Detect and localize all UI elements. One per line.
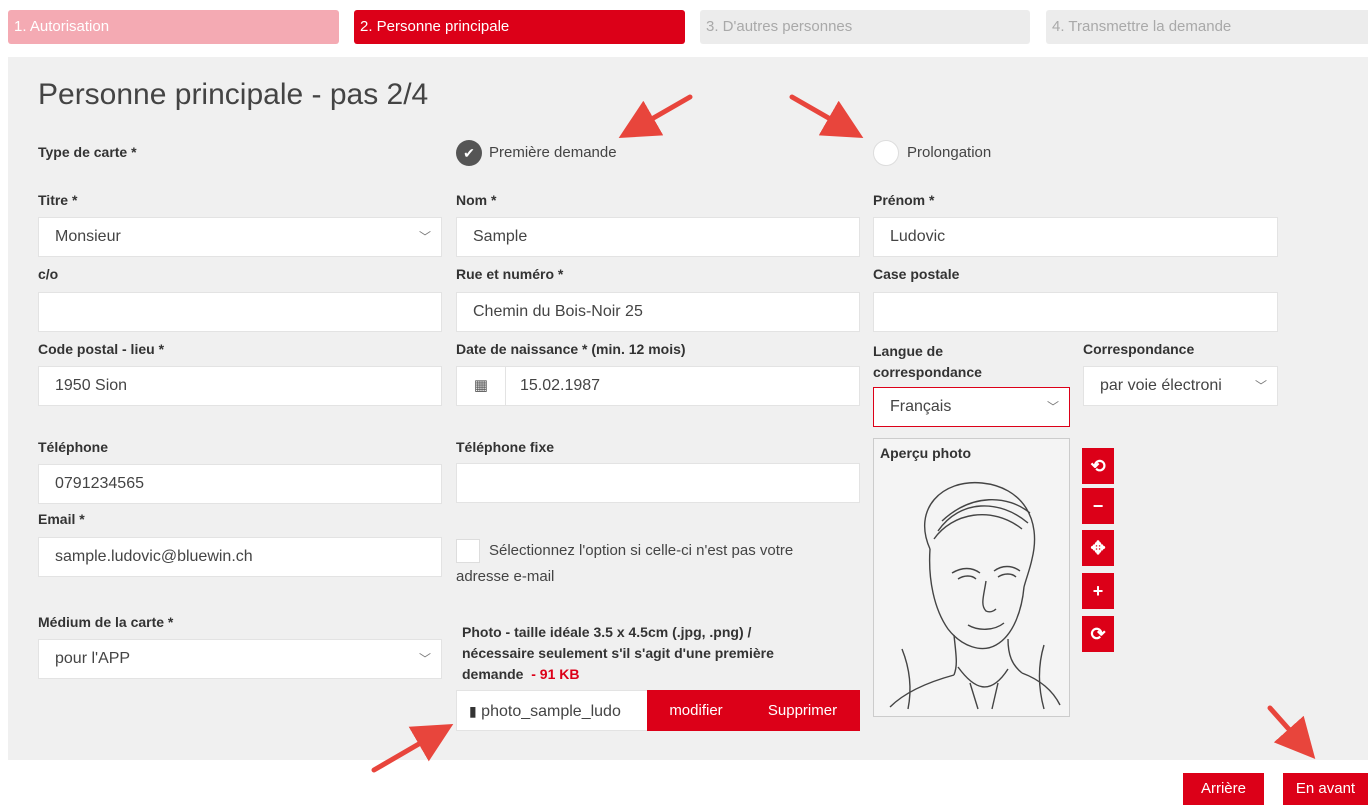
progress-steps: 1. Autorisation 2. Personne principale 3… [8,10,1368,44]
photo-filename-field: ▮ photo_sample_ludo [456,690,648,731]
back-button[interactable]: Arrière [1183,773,1264,805]
telephone-label: Téléphone [38,439,109,455]
prenom-input[interactable]: Ludovic [873,217,1278,257]
email-option-label-line2: adresse e-mail [456,568,555,585]
medium-value: pour l'APP [55,650,131,667]
medium-select[interactable]: pour l'APP ﹀ [38,639,442,679]
first-request-radio[interactable]: ✔ [456,140,482,166]
email-label: Email * [38,511,85,527]
langue-label: Langue de correspondance [873,341,982,383]
correspondance-label: Correspondance [1083,341,1195,357]
code-postal-input[interactable]: 1950 Sion [38,366,442,406]
chevron-down-icon: ﹀ [1046,400,1059,414]
rotate-right-icon[interactable]: ⟳ [1082,616,1114,652]
delete-photo-button[interactable]: Supprimer [745,690,860,731]
email-option-label-line1: Sélectionnez l'option si celle-ci n'est … [489,542,794,559]
rue-input[interactable]: Chemin du Bois-Noir 25 [456,292,860,332]
photo-label-line1: Photo - taille idéale 3.5 x 4.5cm (.jpg,… [462,624,752,640]
first-request-label: Première demande [489,144,617,161]
case-postale-label: Case postale [873,266,960,282]
co-label: c/o [38,266,59,282]
correspondance-select[interactable]: par voie électroni ﹀ [1083,366,1278,406]
co-input[interactable] [38,292,442,332]
code-postal-label: Code postal - lieu * [38,341,165,357]
modify-photo-button[interactable]: modifier [647,690,745,731]
step-label: 3. D'autres personnes [706,18,853,35]
chevron-down-icon: ﹀ [1254,379,1267,393]
email-option-checkbox[interactable] [456,539,480,563]
step-label: 1. Autorisation [14,18,110,35]
photo-actions: modifier Supprimer [647,690,860,731]
prolongation-label: Prolongation [907,144,992,161]
zoom-in-icon[interactable]: + [1082,573,1114,609]
calendar-icon[interactable]: ▦ [457,367,506,405]
medium-label: Médium de la carte * [38,614,174,630]
correspondance-value: par voie électroni [1100,377,1222,394]
telephone-input[interactable]: 0791234565 [38,464,442,504]
step-autres-personnes[interactable]: 3. D'autres personnes [700,10,1030,44]
langue-value: Français [890,398,952,415]
prolongation-radio[interactable] [873,140,899,166]
email-input[interactable]: sample.ludovic@bluewin.ch [38,537,442,577]
file-icon: ▮ [469,703,477,719]
next-button[interactable]: En avant [1283,773,1368,805]
case-postale-input[interactable] [873,292,1278,332]
telephone-fixe-input[interactable] [456,463,860,503]
zoom-out-icon[interactable]: − [1082,488,1114,524]
photo-size: - 91 KB [531,666,580,682]
nom-input[interactable]: Sample [456,217,860,257]
date-naissance-value: 15.02.1987 [520,377,601,394]
card-type-label: Type de carte * [38,144,137,160]
telephone-fixe-label: Téléphone fixe [456,439,555,455]
langue-label-line2: correspondance [873,364,982,380]
titre-value: Monsieur [55,228,121,245]
rotate-left-icon[interactable]: ⟲ [1082,448,1114,484]
rue-label: Rue et numéro * [456,266,564,282]
nom-label: Nom * [456,192,497,208]
step-label: 4. Transmettre la demande [1052,18,1232,35]
photo-label-line2: nécessaire seulement s'il s'agit d'une p… [462,645,774,661]
date-naissance-input[interactable]: ▦ 15.02.1987 [456,366,860,406]
portrait-image [889,481,1061,710]
titre-select[interactable]: Monsieur ﹀ [38,217,442,257]
step-label: 2. Personne principale [360,18,510,35]
photo-preview-label: Aperçu photo [880,445,971,461]
move-icon[interactable]: ✥ [1082,530,1114,566]
step-personne-principale[interactable]: 2. Personne principale [354,10,685,44]
chevron-down-icon: ﹀ [418,652,431,666]
step-autorisation[interactable]: 1. Autorisation [8,10,339,44]
prenom-label: Prénom * [873,192,935,208]
langue-label-line1: Langue de [873,343,944,359]
photo-preview: Aperçu photo [873,438,1070,717]
langue-select[interactable]: Français ﹀ [873,387,1070,427]
date-naissance-label: Date de naissance * (min. 12 mois) [456,341,686,357]
chevron-down-icon: ﹀ [418,230,431,244]
photo-label: Photo - taille idéale 3.5 x 4.5cm (.jpg,… [462,622,774,685]
photo-label-line3: demande [462,666,524,682]
titre-label: Titre * [38,192,78,208]
photo-filename: photo_sample_ludo [481,703,621,720]
step-transmettre[interactable]: 4. Transmettre la demande [1046,10,1368,44]
page-title: Personne principale - pas 2/4 [38,78,429,111]
check-icon: ✔ [463,145,475,161]
